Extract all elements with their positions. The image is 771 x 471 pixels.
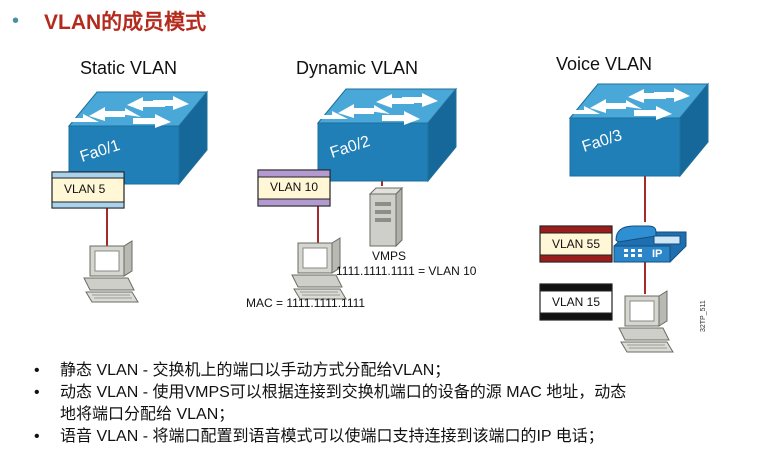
vlan15-label: VLAN 15 [552, 295, 601, 309]
computer-icon [618, 290, 674, 353]
bullet-item: • 静态 VLAN - 交换机上的端口以手动方式分配给VLAN； [34, 360, 764, 382]
vmps-label: VMPS [372, 249, 407, 263]
vlan55-label: VLAN 55 [552, 237, 601, 251]
computer-icon [83, 240, 139, 303]
vlan10-label: VLAN 10 [270, 180, 319, 194]
bullet-item: • 动态 VLAN - 使用VMPS可以根据连接到交换机端口的设备的源 MAC … [34, 382, 764, 404]
bullet-text: 语音 VLAN - 将端口配置到语音模式可以使端口支持连接到该端口的IP 电话； [60, 428, 604, 445]
slide: • VLAN的成员模式 Static VLAN Dynamic VLAN Voi… [0, 0, 771, 471]
bullet-list: • 静态 VLAN - 交换机上的端口以手动方式分配给VLAN； • 动态 VL… [34, 360, 764, 448]
bullet-text: 静态 VLAN - 交换机上的端口以手动方式分配给VLAN； [60, 362, 451, 379]
bullet-text: 动态 VLAN - 使用VMPS可以根据连接到交换机端口的设备的源 MAC 地址… [60, 384, 627, 401]
vmps-mapping: 1111.1111.1111 = VLAN 10 [336, 264, 477, 278]
switch-icon [567, 83, 709, 177]
figure-code: 32TP_511 [700, 300, 707, 332]
bullet-continuation: 地将端口分配给 VLAN； [60, 406, 235, 423]
vlan5-label: VLAN 5 [64, 182, 106, 196]
bullet-item: • 语音 VLAN - 将端口配置到语音模式可以使端口支持连接到该端口的IP 电… [34, 426, 764, 448]
switch-icon [66, 91, 208, 185]
ip-phone-icon [613, 225, 687, 263]
mac-address-label: MAC = 1111.1111.1111 [246, 296, 366, 310]
phone-ip-badge: IP [652, 248, 662, 260]
switch-icon [315, 88, 457, 182]
server-icon [368, 186, 404, 248]
